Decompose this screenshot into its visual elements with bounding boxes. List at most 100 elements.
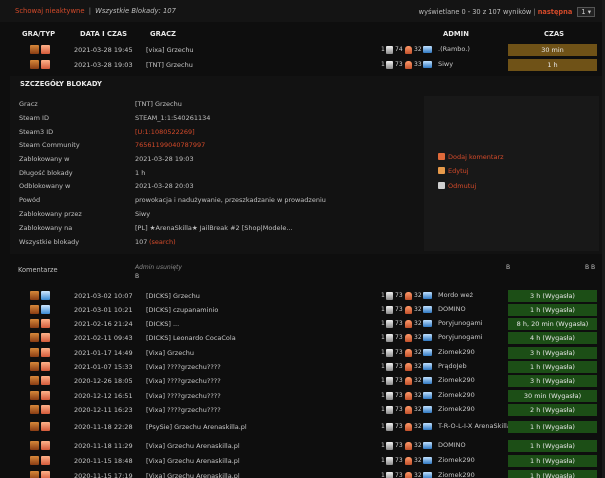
table-row[interactable]: 2020-12-12 16:51 [Vixa] ????grzechu???? 1 7…	[10, 390, 605, 402]
edit-link[interactable]: Edytuj	[438, 167, 469, 175]
count-2: 73	[395, 472, 403, 478]
table-row[interactable]: 2021-03-01 10:21 [DICKS] czupanaminio 1 73 3…	[10, 304, 605, 316]
weapon-icon	[386, 349, 393, 357]
row-player[interactable]: [DICKS] Leonardo CocaCola	[146, 334, 236, 342]
sound-icon	[41, 45, 50, 54]
weapon-icon	[386, 442, 393, 450]
search-link[interactable]: (search)	[149, 238, 176, 246]
count-1: 1	[381, 46, 385, 53]
count-2: 73	[395, 423, 403, 430]
row-player[interactable]: [vixa] Grzechu	[146, 46, 194, 54]
game-icon	[30, 60, 39, 69]
count-2: 73	[395, 377, 403, 384]
table-row[interactable]: 2020-11-15 18:48 [Vixa] Grzechu Arenaskil…	[10, 455, 605, 467]
count-3: 33	[414, 61, 422, 68]
table-row[interactable]: 2020-11-18 11:29 [Vixa] Grzechu Arenaskil…	[10, 440, 605, 452]
game-icon	[30, 348, 39, 357]
unmute-link[interactable]: Odmutuj	[438, 182, 476, 190]
row-date: 2021-02-16 21:24	[74, 320, 133, 328]
row-player[interactable]: [Vixa] Grzechu	[146, 349, 194, 357]
gag-icon	[423, 472, 432, 478]
col-header-player[interactable]: GRACZ	[150, 30, 176, 40]
mute-icon	[405, 406, 412, 414]
comments-label: Komentarze	[18, 266, 58, 274]
mute-icon	[405, 334, 412, 342]
row-player[interactable]: [Vixa] ????grzechu????	[146, 406, 221, 414]
count-1: 1	[381, 406, 385, 413]
count-2: 74	[395, 46, 403, 53]
gag-icon	[423, 406, 432, 413]
row-player[interactable]: [Vixa] Grzechu Arenaskilla.pl	[146, 442, 240, 450]
count-1: 1	[381, 423, 385, 430]
mute-icon	[405, 457, 412, 465]
count-1: 1	[381, 377, 385, 384]
gag-icon	[423, 423, 432, 430]
count-1: 1	[381, 457, 385, 464]
col-header-game-type[interactable]: GRA/TYP	[22, 30, 55, 40]
detail-value[interactable]: 76561199040787997	[135, 141, 205, 149]
table-row[interactable]: 2021-02-16 21:24 [DICKS] ... 1 73 32 Poryjuno…	[10, 318, 605, 330]
count-1: 1	[381, 472, 385, 478]
table-row[interactable]: 2020-12-26 18:05 [Vixa] ????grzechu???? 1 7…	[10, 375, 605, 387]
game-icon	[30, 456, 39, 465]
sound-icon	[41, 333, 50, 342]
row-player[interactable]: [DICKS] Grzechu	[146, 292, 200, 300]
table-row[interactable]: 2020-11-18 22:28 [PsySie] Grzechu Arenask…	[10, 421, 605, 433]
page-select[interactable]: 1 ▾	[577, 7, 595, 17]
comment-icon	[438, 153, 445, 160]
table-row[interactable]: 2021-01-17 14:49 [Vixa] Grzechu 1 73 32 Ziome…	[10, 347, 605, 359]
weapon-icon	[386, 334, 393, 342]
row-time: 1 h (Wygasła)	[508, 304, 597, 316]
sound-icon	[41, 319, 50, 328]
sound-icon	[41, 362, 50, 371]
row-time: 1 h (Wygasła)	[508, 440, 597, 452]
row-player[interactable]: [Vixa] ????grzechu????	[146, 363, 221, 371]
row-time: 1 h	[508, 59, 597, 71]
weapon-icon	[386, 46, 393, 54]
row-date: 2020-12-26 18:05	[74, 377, 133, 385]
table-row[interactable]: 2020-11-15 17:19 [Vixa] Grzechu Arenaskil…	[10, 470, 605, 478]
gag-icon	[423, 61, 432, 68]
row-time: 1 h (Wygasła)	[508, 421, 597, 433]
col-header-date[interactable]: DATA I CZAS	[80, 30, 127, 40]
col-header-time[interactable]: CZAS	[544, 30, 564, 40]
row-time: 3 h (Wygasła)	[508, 375, 597, 387]
detail-value[interactable]: [U:1:1080522269]	[135, 128, 195, 136]
row-time: 1 h (Wygasła)	[508, 455, 597, 467]
count-3: 32	[414, 377, 422, 384]
row-player[interactable]: [DICKS] czupanaminio	[146, 306, 218, 314]
row-player[interactable]: [Vixa] ????grzechu????	[146, 392, 221, 400]
row-player[interactable]: [DICKS] ...	[146, 320, 179, 328]
count-2: 73	[395, 292, 403, 299]
table-row[interactable]: 2021-01-07 15:33 [Vixa] ????grzechu???? 1 7…	[10, 361, 605, 373]
add-comment-link[interactable]: Dodaj komentarz	[438, 153, 504, 161]
count-3: 32	[414, 292, 422, 299]
weapon-icon	[386, 406, 393, 414]
table-row[interactable]: 2020-12-11 16:23 [Vixa] ????grzechu???? 1 7…	[10, 404, 605, 416]
row-player[interactable]: [Vixa] Grzechu Arenaskilla.pl	[146, 472, 240, 478]
row-time: 3 h (Wygasła)	[508, 290, 597, 302]
row-player[interactable]: [TNT] Grzechu	[146, 61, 193, 69]
hide-inactive-link[interactable]: Schowaj nieaktywne	[15, 7, 85, 15]
row-player[interactable]: [PsySie] Grzechu Arenaskilla.pl	[146, 423, 247, 431]
game-icon	[30, 333, 39, 342]
count-2: 73	[395, 349, 403, 356]
comment-author: Admin usunięty	[135, 264, 182, 271]
game-icon	[30, 362, 39, 371]
table-row[interactable]: 2021-03-02 10:07 [DICKS] Grzechu 1 73 32 Mord…	[10, 290, 605, 302]
detail-value: 2021-03-28 19:03	[135, 155, 194, 163]
row-player[interactable]: [Vixa] ????grzechu????	[146, 377, 221, 385]
next-page-link[interactable]: następna	[538, 8, 573, 16]
detail-label: Powód	[19, 196, 41, 204]
mute-icon	[405, 377, 412, 385]
col-header-admin[interactable]: ADMIN	[443, 30, 469, 40]
detail-label: Zablokowany na	[19, 224, 73, 232]
table-row[interactable]: 2021-02-11 09:43 [DICKS] Leonardo CocaCol…	[10, 332, 605, 344]
row-player[interactable]: [Vixa] Grzechu Arenaskilla.pl	[146, 457, 240, 465]
count-2: 73	[395, 457, 403, 464]
row-admin: DOMINO	[438, 441, 466, 449]
detail-label: Zablokowany w	[19, 155, 70, 163]
row-admin: Ziomek290	[438, 471, 475, 478]
table-row[interactable]: 2021-03-28 19:45 [vixa] Grzechu 1 74 32 .(Ram…	[10, 44, 605, 56]
table-row[interactable]: 2021-03-28 19:03 [TNT] Grzechu 1 73 33 Siwy 1 …	[10, 59, 605, 71]
